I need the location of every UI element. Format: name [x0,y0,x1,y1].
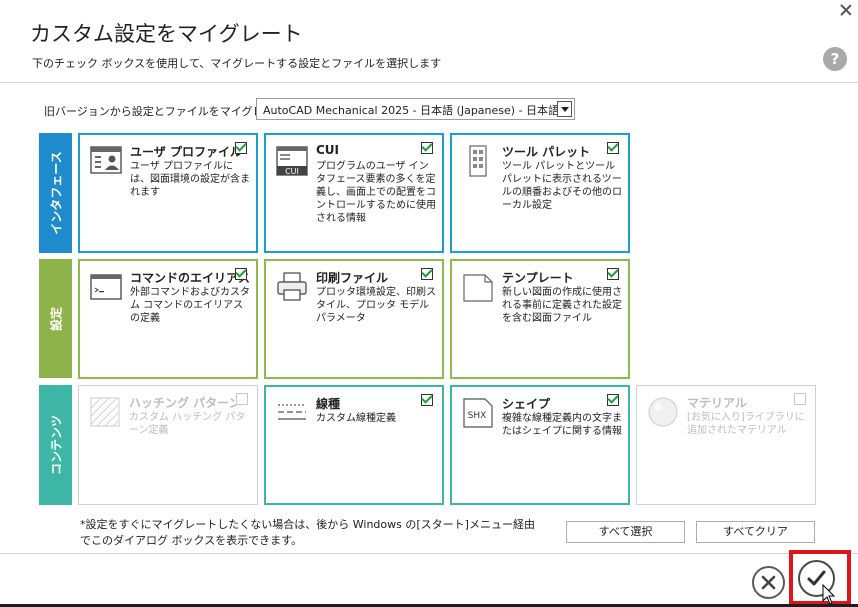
highlight-box [789,550,851,605]
card-linetype-desc: カスタム線種定義 [316,413,396,424]
category-settings: 設定 [39,259,72,378]
clear-all-button[interactable]: すべてクリア [696,521,815,543]
card-plot-files-name: 印刷ファイル [316,271,389,285]
card-cui[interactable]: CUI CUI プログラムのユーザ インタフェース要素の多くを定義し、画面上での… [264,133,444,253]
card-shape[interactable]: SHX シェイプ 複雑な線種定義内の文字またはシェイプに関する情報 [450,385,630,505]
footnote: *設定をすぐにマイグレートしたくない場合は、後から Windows の[スタート… [80,517,535,549]
header-divider [0,82,858,83]
version-dropdown[interactable]: AutoCAD Mechanical 2025 - 日本語 (Japanese)… [256,98,575,120]
command-alias-icon [90,274,122,300]
category-interface: インタフェース [39,133,72,253]
template-icon [463,274,493,302]
card-hatch-pattern: ハッチング パターン カスタム ハッチング パターン定義 [78,385,258,505]
cancel-icon [761,575,776,590]
dialog-title: カスタム設定をマイグレート [30,22,303,46]
card-template[interactable]: テンプレート 新しい図面の作成に使用される事前に定義された設定を含む図面ファイル [450,259,630,379]
card-linetype-name: 線種 [316,397,341,411]
card-template-name: テンプレート [502,271,574,285]
card-linetype[interactable]: 線種 カスタム線種定義 [264,385,444,505]
version-label: 旧バージョンから設定とファイルをマイグレート: [44,105,290,118]
card-plot-files-desc: プロッタ環境設定、印刷スタイル、プロッタ モデル パラメータ [316,287,436,324]
card-shape-name: シェイプ [502,397,551,411]
tool-palette-checkbox[interactable] [607,142,619,154]
template-checkbox[interactable] [607,268,619,280]
chevron-down-icon[interactable] [557,101,572,117]
dialog-subtitle: 下のチェック ボックスを使用して、マイグレートする設定とファイルを選択します [32,57,442,70]
hatch-pattern-icon [90,397,120,427]
card-cui-desc: プログラムのユーザ インタフェース要素の多くを定義し、画面上での配置をコントロー… [316,161,436,224]
hatch-pattern-checkbox [236,393,248,405]
cui-icon-text: CUI [285,167,299,176]
material-icon [648,397,678,427]
card-tool-palette-desc: ツール パレットとツール パレットに表示されるツールの順番およびその他のローカル… [502,161,622,211]
linetype-checkbox[interactable] [421,394,433,406]
card-command-alias-name: コマンドのエイリアス [130,271,251,285]
card-material-desc: [お気に入り]ライブラリに追加されたマテリアル [687,412,805,436]
card-tool-palette[interactable]: ツール パレット ツール パレットとツール パレットに表示されるツールの順番およ… [450,133,630,253]
card-shape-desc: 複雑な線種定義内の文字またはシェイプに関する情報 [502,413,622,437]
cui-checkbox[interactable] [421,142,433,154]
card-user-profile-name: ユーザ プロファイル [130,145,242,159]
command-alias-checkbox[interactable] [235,268,247,280]
shape-icon: SHX [463,398,493,428]
close-icon[interactable] [838,2,854,18]
user-profile-checkbox[interactable] [235,142,247,154]
user-profile-icon [90,146,122,174]
version-dropdown-value: AutoCAD Mechanical 2025 - 日本語 (Japanese)… [263,104,560,117]
card-user-profile-desc: ユーザ プロファイルには、図面環境の設定が含まれます [130,161,250,198]
cancel-button[interactable] [752,566,785,599]
category-content-label: コンテンツ [49,414,63,476]
shape-checkbox[interactable] [607,394,619,406]
cui-icon: CUI [276,146,308,176]
card-plot-files[interactable]: 印刷ファイル プロッタ環境設定、印刷スタイル、プロッタ モデル パラメータ [264,259,444,379]
card-material: マテリアル [お気に入り]ライブラリに追加されたマテリアル [636,385,816,505]
shape-icon-text: SHX [468,411,487,421]
material-checkbox [794,393,806,405]
card-template-desc: 新しい図面の作成に使用される事前に定義された設定を含む図面ファイル [502,287,622,324]
card-material-name: マテリアル [687,396,747,410]
tool-palette-icon [469,145,487,177]
card-command-alias[interactable]: コマンドのエイリアス 外部コマンドおよびカスタム コマンドのエイリアスの定義 [78,259,258,379]
printer-icon [277,272,307,301]
card-user-profile[interactable]: ユーザ プロファイル ユーザ プロファイルには、図面環境の設定が含まれます [78,133,258,253]
help-button[interactable]: ? [823,47,847,71]
card-command-alias-desc: 外部コマンドおよびカスタム コマンドのエイリアスの定義 [130,287,250,324]
card-hatch-pattern-name: ハッチング パターン [129,396,241,410]
category-content: コンテンツ [39,385,72,505]
select-all-button[interactable]: すべて選択 [566,521,685,543]
card-hatch-pattern-desc: カスタム ハッチング パターン定義 [129,412,246,436]
footer-divider [0,553,858,554]
footnote-line-1: *設定をすぐにマイグレートしたくない場合は、後から Windows の[スタート… [80,518,535,531]
category-settings-label: 設定 [49,306,63,331]
plot-files-checkbox[interactable] [421,268,433,280]
card-tool-palette-name: ツール パレット [502,145,591,159]
mouse-pointer-icon [822,584,836,605]
linetype-icon [278,404,306,420]
card-cui-name: CUI [316,143,340,157]
footnote-line-2: でこのダイアログ ボックスを表示できます。 [80,534,303,547]
category-interface-label: インタフェース [49,151,63,235]
